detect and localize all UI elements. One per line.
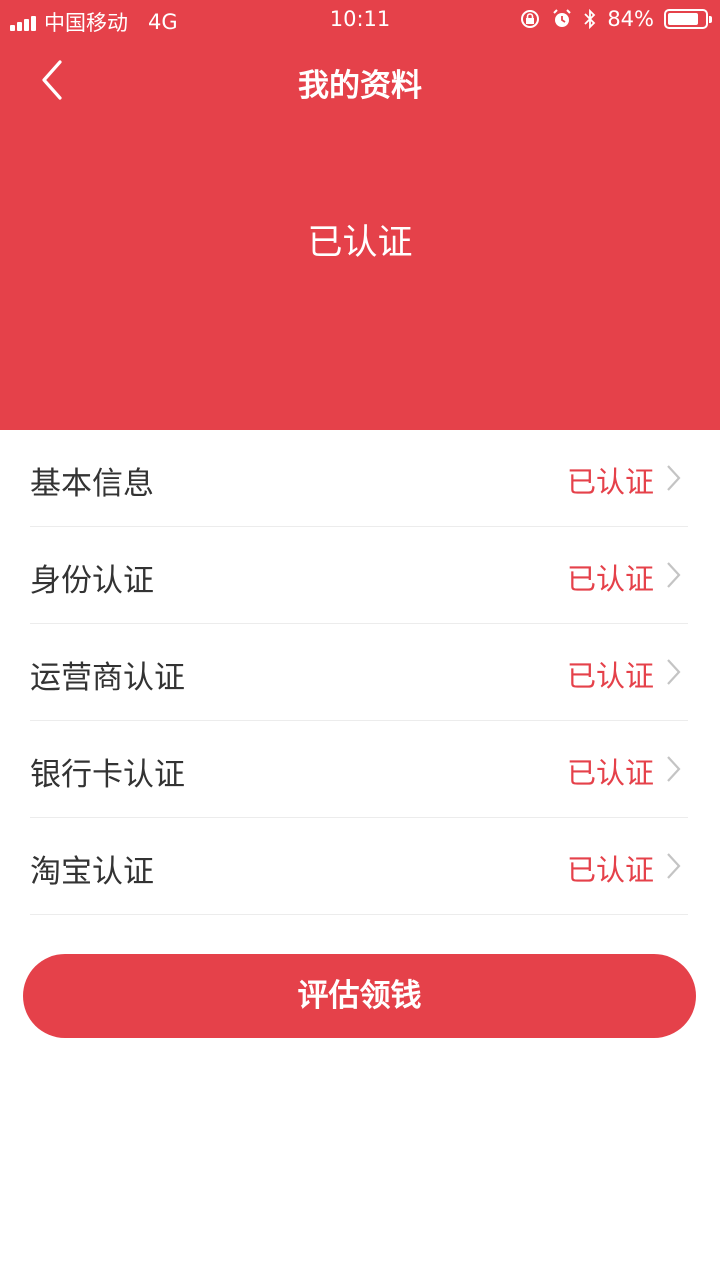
item-label: 基本信息: [30, 466, 154, 502]
item-label: 银行卡认证: [30, 757, 185, 793]
item-label: 身份认证: [30, 563, 154, 599]
list-item-basic-info[interactable]: 基本信息 已认证: [30, 430, 688, 527]
chevron-right-icon: [667, 756, 681, 782]
battery-icon: [664, 9, 712, 29]
item-label: 淘宝认证: [30, 854, 154, 890]
chevron-right-icon: [667, 562, 681, 588]
chevron-right-icon: [667, 853, 681, 879]
alarm-icon: [553, 9, 572, 27]
item-status: 已认证: [566, 465, 654, 499]
item-label: 运营商认证: [30, 660, 185, 696]
evaluate-button[interactable]: 评估领钱: [23, 954, 696, 1038]
list-item-carrier[interactable]: 运营商认证 已认证: [30, 624, 688, 721]
verification-list: 基本信息 已认证 身份认证 已认证 运营商认证 已认证 银行卡认证 已认证 淘宝…: [0, 430, 720, 915]
bluetooth-icon: [584, 8, 596, 30]
item-status: 已认证: [566, 659, 654, 693]
chevron-right-icon: [667, 659, 681, 685]
status-bar: 中国移动 4G 10:11 84%: [0, 0, 720, 40]
item-status: 已认证: [566, 562, 654, 596]
verification-status: 已认证: [307, 223, 413, 263]
item-status: 已认证: [566, 853, 654, 887]
header-banner: 中国移动 4G 10:11 84% 我的资料 已认证: [0, 0, 720, 430]
page-title: 我的资料: [298, 68, 422, 104]
chevron-right-icon: [667, 465, 681, 491]
rotation-lock-icon: [521, 10, 540, 28]
list-item-taobao[interactable]: 淘宝认证 已认证: [30, 818, 688, 915]
list-item-identity[interactable]: 身份认证 已认证: [30, 527, 688, 624]
list-item-bank-card[interactable]: 银行卡认证 已认证: [30, 721, 688, 818]
nav-bar: 我的资料: [0, 40, 720, 122]
battery-percent: 84%: [607, 7, 654, 31]
item-status: 已认证: [566, 756, 654, 790]
